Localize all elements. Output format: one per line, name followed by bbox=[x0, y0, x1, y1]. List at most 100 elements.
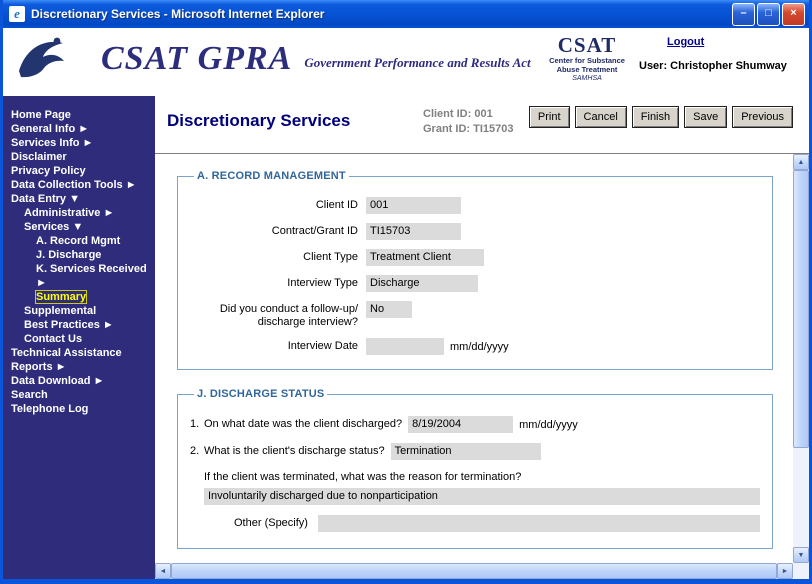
form-row: Client ID 001 bbox=[190, 197, 760, 214]
hhs-eagle-logo bbox=[13, 33, 69, 94]
sidebar-item-best-practices[interactable]: Best Practices ► bbox=[3, 318, 155, 332]
sidebar-item-administrative[interactable]: Administrative ► bbox=[3, 206, 155, 220]
termination-reason-field[interactable]: Involuntarily discharged due to nonparti… bbox=[204, 488, 760, 505]
form-row: Interview Date mm/dd/yyyy bbox=[190, 338, 760, 355]
cancel-button[interactable]: Cancel bbox=[575, 106, 627, 128]
form-row: Did you conduct a follow-up/ discharge i… bbox=[190, 301, 760, 329]
finish-button[interactable]: Finish bbox=[632, 106, 679, 128]
scroll-right-button[interactable]: ► bbox=[777, 563, 793, 579]
main-panel: Discretionary Services Client ID: 001 Gr… bbox=[155, 96, 809, 579]
sidebar-item-privacy-policy[interactable]: Privacy Policy bbox=[3, 164, 155, 178]
contract-grant-id-label: Contract/Grant ID bbox=[190, 223, 366, 238]
section-j-legend: J. DISCHARGE STATUS bbox=[194, 388, 327, 400]
app-header: CSAT GPRA Government Performance and Res… bbox=[3, 28, 809, 97]
discharge-status-field[interactable]: Termination bbox=[391, 443, 541, 460]
sidebar-item-summary[interactable]: Summary bbox=[3, 290, 155, 304]
minimize-button[interactable]: – bbox=[732, 3, 755, 26]
horizontal-scrollbar[interactable]: ◄ ► bbox=[155, 563, 793, 579]
sidebar-item-a-record-mgmt[interactable]: A. Record Mgmt bbox=[3, 234, 155, 248]
contract-grant-id-field[interactable]: TI15703 bbox=[366, 223, 461, 240]
interview-type-label: Interview Type bbox=[190, 275, 366, 290]
interview-type-field[interactable]: Discharge bbox=[366, 275, 478, 292]
scroll-left-button[interactable]: ◄ bbox=[155, 563, 171, 579]
sidebar-item-services-info[interactable]: Services Info ► bbox=[3, 136, 155, 150]
action-button-row: Print Cancel Finish Save Previous bbox=[529, 106, 793, 128]
scroll-down-button[interactable]: ▼ bbox=[793, 547, 809, 563]
sidebar-item-data-collection-tools[interactable]: Data Collection Tools ► bbox=[3, 178, 155, 192]
csat-line2: Abuse Treatment bbox=[541, 65, 633, 74]
form-content: A. RECORD MANAGEMENT Client ID 001 Contr… bbox=[155, 154, 793, 563]
sidebar-item-technical-assistance[interactable]: Technical Assistance bbox=[3, 346, 155, 360]
discharge-date-field[interactable]: 8/19/2004 bbox=[408, 416, 513, 433]
client-id-field[interactable]: 001 bbox=[366, 197, 461, 214]
question-row: 1. On what date was the client discharge… bbox=[190, 416, 760, 433]
sidebar-item-contact-us[interactable]: Contact Us bbox=[3, 332, 155, 346]
client-id-text: Client ID: 001 bbox=[423, 107, 513, 122]
scrollbar-corner bbox=[793, 563, 809, 579]
logout-link[interactable]: Logout bbox=[667, 36, 704, 48]
sidebar-item-k-services-received[interactable]: K. Services Received ► bbox=[3, 262, 155, 290]
followup-interview-field[interactable]: No bbox=[366, 301, 412, 318]
q1-number: 1. bbox=[190, 416, 204, 430]
termination-reason-label: If the client was terminated, what was t… bbox=[204, 471, 760, 483]
sidebar-item-supplemental[interactable]: Supplemental bbox=[3, 304, 155, 318]
body-area: Home Page General Info ► Services Info ►… bbox=[3, 96, 809, 579]
print-button[interactable]: Print bbox=[529, 106, 570, 128]
sidebar-item-data-entry[interactable]: Data Entry ▼ bbox=[3, 192, 155, 206]
section-a-record-management: A. RECORD MANAGEMENT Client ID 001 Contr… bbox=[177, 170, 773, 370]
sidebar-item-general-info[interactable]: General Info ► bbox=[3, 122, 155, 136]
sidebar-item-services[interactable]: Services ▼ bbox=[3, 220, 155, 234]
sidebar-item-j-discharge[interactable]: J. Discharge bbox=[3, 248, 155, 262]
sidebar-item-disclaimer[interactable]: Disclaimer bbox=[3, 150, 155, 164]
user-block: Logout User: Christopher Shumway bbox=[639, 36, 799, 72]
sidebar-nav: Home Page General Info ► Services Info ►… bbox=[3, 96, 155, 579]
csat-acronym: CSAT bbox=[541, 34, 633, 56]
page-title: Discretionary Services bbox=[167, 111, 350, 131]
other-specify-row: Other (Specify) bbox=[234, 515, 760, 532]
sidebar-item-summary-label: Summary bbox=[36, 291, 86, 303]
sidebar-item-data-download[interactable]: Data Download ► bbox=[3, 374, 155, 388]
close-button[interactable]: × bbox=[782, 3, 805, 26]
sidebar-item-telephone-log[interactable]: Telephone Log bbox=[3, 402, 155, 416]
q2-label: What is the client's discharge status? bbox=[204, 443, 385, 457]
section-a-legend: A. RECORD MANAGEMENT bbox=[194, 170, 349, 182]
window-controls: – □ × bbox=[732, 3, 805, 26]
sidebar-item-search[interactable]: Search bbox=[3, 388, 155, 402]
interview-date-field[interactable] bbox=[366, 338, 444, 355]
csat-logo: CSAT Center for Substance Abuse Treatmen… bbox=[541, 34, 633, 83]
internet-explorer-icon: e bbox=[9, 6, 25, 22]
user-name: User: Christopher Shumway bbox=[639, 60, 799, 72]
id-block: Client ID: 001 Grant ID: TI15703 bbox=[423, 107, 513, 137]
previous-button[interactable]: Previous bbox=[732, 106, 793, 128]
window-title: Discretionary Services - Microsoft Inter… bbox=[31, 7, 732, 21]
form-row: Contract/Grant ID TI15703 bbox=[190, 223, 760, 240]
scroll-up-button[interactable]: ▲ bbox=[793, 154, 809, 170]
form-row: Interview Type Discharge bbox=[190, 275, 760, 292]
maximize-button[interactable]: □ bbox=[757, 3, 780, 26]
interview-date-label: Interview Date bbox=[190, 338, 366, 353]
section-j-discharge-status: J. DISCHARGE STATUS 1. On what date was … bbox=[177, 388, 773, 549]
vertical-scroll-thumb[interactable] bbox=[793, 170, 809, 448]
client-type-field[interactable]: Treatment Client bbox=[366, 249, 484, 266]
other-specify-field[interactable] bbox=[318, 515, 760, 532]
horizontal-scroll-thumb[interactable] bbox=[171, 563, 777, 579]
main-header: Discretionary Services Client ID: 001 Gr… bbox=[155, 96, 809, 153]
title-bar: e Discretionary Services - Microsoft Int… bbox=[3, 0, 809, 28]
browser-window: e Discretionary Services - Microsoft Int… bbox=[0, 0, 812, 584]
date-format-hint: mm/dd/yyyy bbox=[450, 338, 509, 353]
sidebar-item-reports[interactable]: Reports ► bbox=[3, 360, 155, 374]
question-row: 2. What is the client's discharge status… bbox=[190, 443, 760, 460]
grant-id-text: Grant ID: TI15703 bbox=[423, 122, 513, 137]
other-specify-label: Other (Specify) bbox=[234, 515, 308, 529]
save-button[interactable]: Save bbox=[684, 106, 727, 128]
client-type-label: Client Type bbox=[190, 249, 366, 264]
samhsa-label: SAMHSA bbox=[541, 74, 633, 83]
sidebar-item-home-page[interactable]: Home Page bbox=[3, 108, 155, 122]
client-id-label: Client ID bbox=[190, 197, 366, 212]
date-format-hint: mm/dd/yyyy bbox=[519, 416, 578, 431]
vertical-scrollbar[interactable]: ▲ ▼ bbox=[793, 154, 809, 563]
q2-number: 2. bbox=[190, 443, 204, 457]
brand-block: CSAT GPRA Government Performance and Res… bbox=[101, 40, 531, 78]
content-frame: A. RECORD MANAGEMENT Client ID 001 Contr… bbox=[155, 153, 809, 579]
brand-subtitle: Government Performance and Results Act bbox=[304, 55, 530, 71]
